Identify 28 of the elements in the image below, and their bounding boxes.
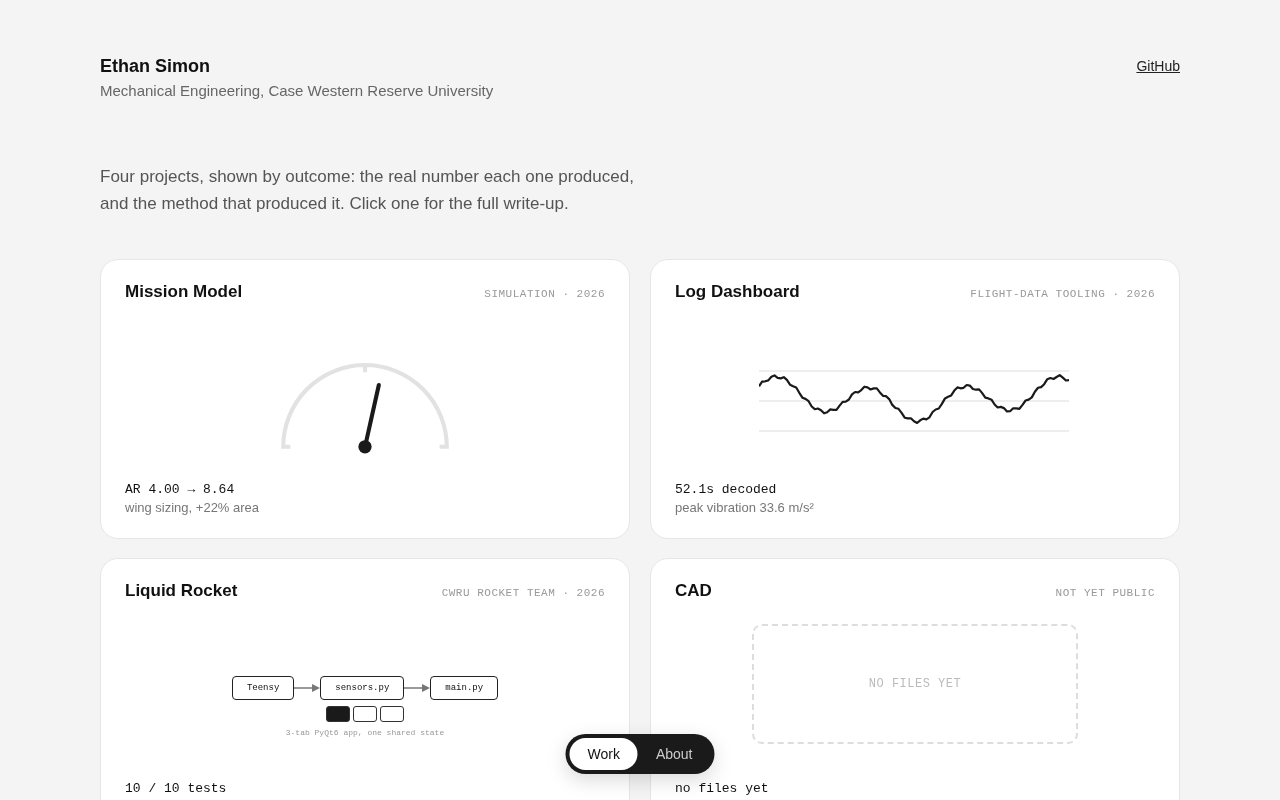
project-metric: no files yet (675, 781, 770, 796)
diagram-node: main.py (430, 675, 499, 700)
project-meta: CWRU ROCKET TEAM · 2026 (441, 587, 605, 599)
project-metric: 52.1s decoded (675, 482, 778, 497)
author-name: Ethan Simon (100, 56, 211, 77)
project-title: Log Dashboard (675, 282, 800, 302)
project-meta: NOT YET PUBLIC (1055, 587, 1155, 599)
diagram-node: Teensy (231, 675, 295, 700)
project-metric: 10 / 10 tests (125, 781, 228, 796)
arrow-icon (294, 683, 321, 692)
diagram-node: sensors.py (320, 675, 405, 700)
project-title: CAD (675, 581, 712, 601)
github-link[interactable]: GitHub (1136, 58, 1180, 74)
file-drop-field: NO FILES YET (752, 624, 1078, 744)
project-detail: wing sizing, +22% area (125, 500, 261, 515)
diagram-caption: 3-tab PyQt6 app, one shared state (285, 727, 445, 737)
intro-text: Four projects, shown by outcome: the real number each one produced, and the method that produced it. Click one for the full write-up. (100, 166, 635, 215)
project-detail: peak vibration 33.6 m/s² (675, 500, 815, 515)
project-meta: FLIGHT-DATA TOOLING · 2026 (970, 288, 1155, 300)
project-card[interactable]: Log Dashboard FLIGHT-DATA TOOLING · 2026 52.1s decoded peak vibration 33.6 m/s² (650, 259, 1180, 539)
project-meta: SIMULATION · 2026 (484, 288, 605, 300)
project-title: Mission Model (125, 282, 243, 302)
project-metric: AR 4.00 → 8.64 (125, 482, 236, 497)
project-title: Liquid Rocket (125, 581, 238, 601)
project-card[interactable]: Mission Model SIMULATION · 2026 AR 4.00 → 8.64 wing sizing, +22% area (100, 259, 630, 539)
arrow-icon (404, 683, 431, 692)
nav-tab[interactable]: Work (569, 738, 638, 770)
affiliation: Mechanical Engineering, Case Western Reserve University (100, 82, 494, 99)
